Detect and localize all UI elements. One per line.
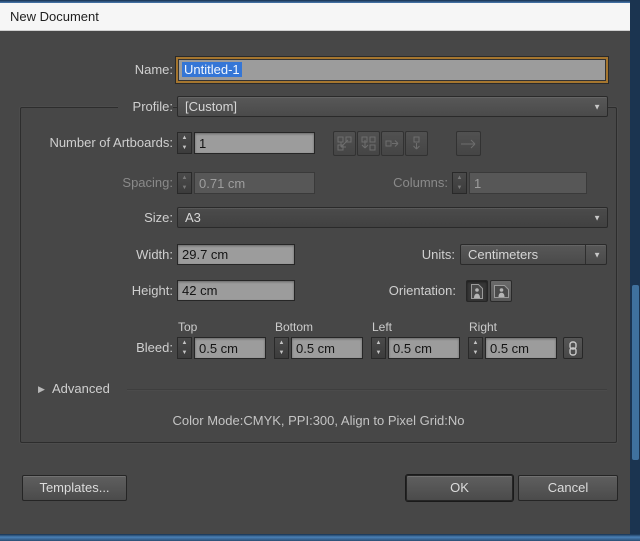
size-dropdown[interactable]: A3 ▼ [177,207,608,228]
bleed-top-input[interactable] [194,337,266,359]
height-input[interactable] [177,280,295,301]
chain-link-icon [568,341,578,356]
orientation-landscape-button[interactable] [490,280,512,302]
bleed-right-spinner-down[interactable]: ▼ [469,348,482,358]
arrange-by-row-icon [385,137,400,150]
arrange-by-column-button[interactable] [405,131,428,156]
bleed-top-header: Top [178,320,248,334]
grid-by-row-button[interactable] [333,131,356,156]
bleed-left-input[interactable] [388,337,460,359]
bleed-top-spinner-up[interactable]: ▲ [178,338,191,348]
document-summary: Color Mode:CMYK, PPI:300, Align to Pixel… [20,413,617,428]
artboards-spinner: ▲ ▼ [177,132,192,154]
window-right-border-highlight [632,285,639,460]
size-label: Size: [100,207,173,228]
window-bottom-border [0,534,640,541]
advanced-label[interactable]: Advanced [52,381,122,396]
bleed-right-spinner-up[interactable]: ▲ [469,338,482,348]
bleed-bottom-spinner-up[interactable]: ▲ [275,338,288,348]
orientation-portrait-button[interactable] [466,280,488,302]
spacing-spinner-down: ▼ [178,183,191,193]
cancel-button[interactable]: Cancel [518,475,618,501]
units-value: Centimeters [468,247,538,262]
bleed-right-input[interactable] [485,337,557,359]
bleed-left-spinner: ▲ ▼ [371,337,386,359]
bleed-bottom-spinner: ▲ ▼ [274,337,289,359]
grid-by-column-icon [361,136,376,151]
chevron-down-icon: ▼ [593,208,601,227]
size-value: A3 [185,210,201,225]
landscape-page-icon [494,285,509,298]
units-label: Units: [385,244,455,265]
profile-label: Profile: [118,96,173,117]
bleed-top-spinner: ▲ ▼ [177,337,192,359]
name-label: Name: [60,57,173,83]
height-label: Height: [60,280,173,301]
bleed-top-spinner-down[interactable]: ▼ [178,348,191,358]
layout-direction-button[interactable] [456,131,481,156]
grid-by-row-icon [337,136,352,151]
units-dropdown-arrow-section: ▼ [585,245,606,264]
artboards-input[interactable] [194,132,315,154]
name-input-text: Untitled-1 [178,59,606,81]
columns-input [469,172,587,194]
columns-label: Columns: [340,172,448,194]
bleed-bottom-input[interactable] [291,337,363,359]
bleed-right-spinner: ▲ ▼ [468,337,483,359]
bleed-link-button[interactable] [563,337,583,359]
units-dropdown[interactable]: Centimeters ▼ [460,244,607,265]
bleed-bottom-spinner-down[interactable]: ▼ [275,348,288,358]
window-right-border [630,0,640,541]
spacing-spinner: ▲ ▼ [177,172,192,194]
artboards-label: Number of Artboards: [28,132,173,154]
bleed-left-header: Left [372,320,442,334]
advanced-divider [127,389,607,391]
width-label: Width: [60,244,173,265]
bleed-bottom-header: Bottom [275,320,345,334]
arrange-by-column-icon [410,136,423,151]
spacing-spinner-up: ▲ [178,173,191,183]
grid-by-column-button[interactable] [357,131,380,156]
arrange-by-row-button[interactable] [381,131,404,156]
title-bar[interactable]: New Document [0,3,630,31]
columns-spinner-up: ▲ [453,173,466,183]
orientation-label: Orientation: [355,280,456,301]
profile-dropdown[interactable]: [Custom] ▼ [177,96,608,117]
spacing-label: Spacing: [60,172,173,194]
artboards-spinner-up[interactable]: ▲ [178,133,191,143]
spacing-input [194,172,315,194]
columns-spinner-down: ▼ [453,183,466,193]
dialog-title: New Document [10,3,99,31]
artboards-spinner-down[interactable]: ▼ [178,143,191,153]
bleed-left-spinner-down[interactable]: ▼ [372,348,385,358]
name-input[interactable]: Untitled-1 [176,57,608,83]
width-input[interactable] [177,244,295,265]
chevron-down-icon: ▼ [593,97,601,116]
advanced-disclosure-icon[interactable]: ▶ [38,384,45,395]
name-selected-text: Untitled-1 [182,62,242,77]
templates-button[interactable]: Templates... [22,475,127,501]
ok-button[interactable]: OK [406,475,513,501]
columns-spinner: ▲ ▼ [452,172,467,194]
new-document-dialog: New Document Name: Untitled-1 Profile: [… [0,0,640,541]
profile-value: [Custom] [185,99,237,114]
bleed-label: Bleed: [100,337,173,359]
right-arrow-icon [460,139,477,149]
bleed-left-spinner-up[interactable]: ▲ [372,338,385,348]
portrait-page-icon [471,284,483,299]
chevron-down-icon: ▼ [593,245,601,264]
bleed-right-header: Right [469,320,539,334]
